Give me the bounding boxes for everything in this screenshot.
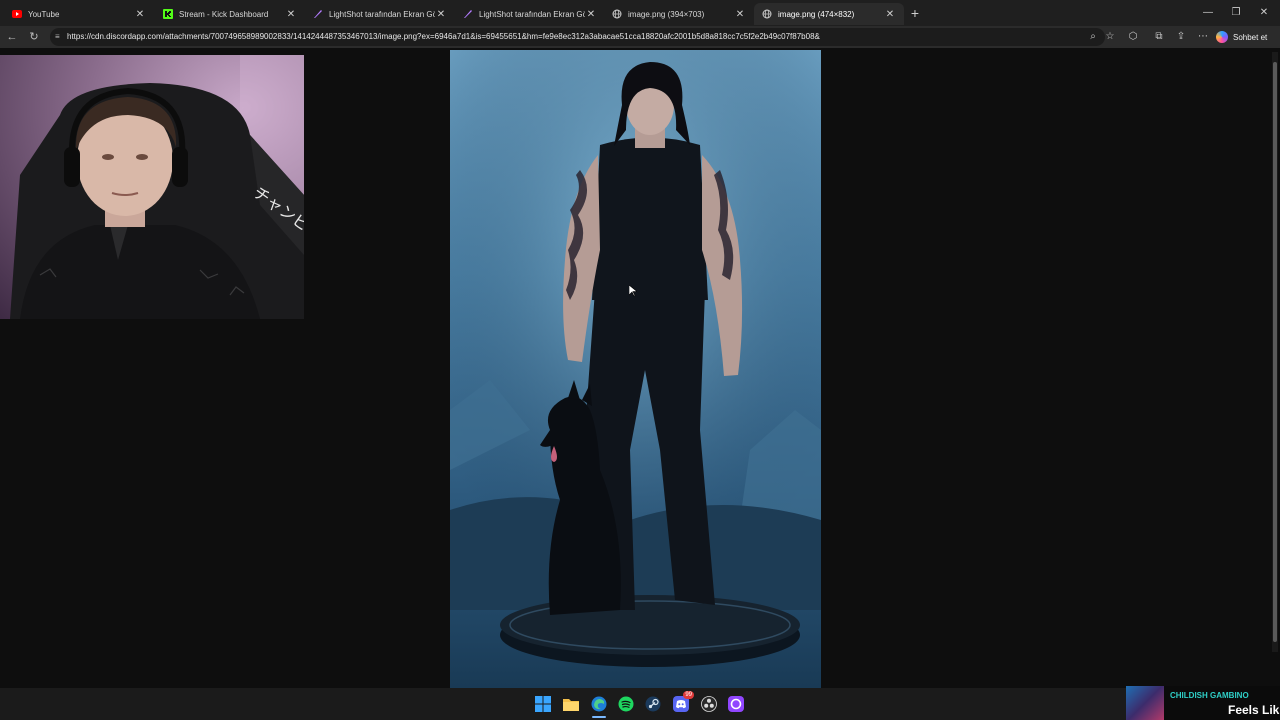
close-window-button[interactable]: ✕ — [1250, 4, 1278, 22]
spotify-icon[interactable] — [617, 695, 635, 713]
tab-title: YouTube — [28, 9, 60, 19]
scrollbar-thumb[interactable] — [1273, 62, 1277, 642]
lightshot-icon — [463, 9, 473, 19]
chat-label: Sohbet et — [1233, 32, 1268, 42]
zoom-icon[interactable]: ⌕ — [1085, 29, 1101, 45]
now-playing-artist: CHILDISH GAMBINO — [1170, 691, 1249, 700]
copilot-chat-button[interactable]: Sohbet et — [1216, 29, 1267, 45]
streamer-webcam-image: チャンピオン — [10, 55, 304, 319]
page-scrollbar[interactable] — [1272, 52, 1278, 652]
page-viewport: チャンピオン — [0, 48, 1280, 688]
favorite-star-icon[interactable]: ☆ — [1102, 29, 1118, 45]
tab-title: image.png (394×703) — [628, 9, 705, 19]
tab-close-icon[interactable]: ✕ — [134, 9, 146, 20]
share-icon[interactable]: ⇪ — [1173, 29, 1189, 45]
active-app-indicator — [592, 716, 606, 718]
youtube-icon — [12, 9, 22, 19]
tab-image-474[interactable]: image.png (474×832) ✕ — [754, 3, 904, 25]
tab-title: LightShot tarafından Ekran Görüntüsü — [329, 9, 435, 19]
browser-toolbar: ← ↻ ≡ https://cdn.discordapp.com/attachm… — [0, 26, 1280, 48]
refresh-icon[interactable]: ↻ — [26, 29, 42, 45]
back-arrow-icon[interactable]: ← — [4, 29, 20, 45]
tab-close-icon[interactable]: ✕ — [585, 9, 597, 20]
tab-close-icon[interactable]: ✕ — [435, 9, 447, 20]
windows-taskbar: 99 — [0, 688, 1280, 720]
tab-close-icon[interactable]: ✕ — [884, 9, 896, 20]
address-bar[interactable]: ≡ https://cdn.discordapp.com/attachments… — [50, 28, 1105, 46]
maximize-button[interactable]: ❐ — [1222, 4, 1250, 22]
tab-title: LightShot tarafından Ekran Görüntüsü — [479, 9, 585, 19]
tab-kick-dashboard[interactable]: Stream - Kick Dashboard ✕ — [155, 3, 305, 25]
extensions-icon[interactable]: ⬡ — [1125, 29, 1141, 45]
steam-icon[interactable] — [644, 695, 662, 713]
twitch-icon[interactable] — [727, 695, 745, 713]
displayed-image[interactable] — [450, 50, 821, 688]
tab-close-icon[interactable]: ✕ — [734, 9, 746, 20]
copilot-icon — [1216, 31, 1228, 43]
tab-close-icon[interactable]: ✕ — [285, 9, 297, 20]
now-playing-track: Feels Lik — [1228, 703, 1280, 717]
minimize-button[interactable]: — — [1194, 4, 1222, 22]
collections-icon[interactable]: ⧉ — [1151, 29, 1167, 45]
browser-tab-strip: YouTube ✕ Stream - Kick Dashboard ✕ Ligh… — [0, 0, 1280, 26]
tab-lightshot-2[interactable]: LightShot tarafından Ekran Görüntüsü ✕ — [455, 3, 605, 25]
file-explorer-icon[interactable] — [562, 695, 580, 713]
lightshot-icon — [313, 9, 323, 19]
tab-image-394[interactable]: image.png (394×703) ✕ — [604, 3, 754, 25]
tab-lightshot-1[interactable]: LightShot tarafından Ekran Görüntüsü ✕ — [305, 3, 455, 25]
tab-title: image.png (474×832) — [778, 9, 855, 19]
globe-icon — [612, 9, 622, 19]
now-playing-widget: CHILDISH GAMBINO Feels Lik — [1126, 686, 1280, 720]
character-render-image — [450, 50, 821, 688]
new-tab-button[interactable]: + — [906, 4, 924, 22]
tab-youtube[interactable]: YouTube ✕ — [4, 3, 154, 25]
album-art-image — [1126, 686, 1164, 720]
site-info-icon[interactable]: ≡ — [55, 28, 60, 46]
edge-icon[interactable] — [590, 695, 608, 713]
windows-start-icon[interactable] — [534, 695, 552, 713]
discord-icon[interactable]: 99 — [672, 691, 694, 713]
mouse-pointer-icon — [629, 285, 637, 297]
more-menu-icon[interactable]: ⋯ — [1195, 29, 1211, 45]
url-text: https://cdn.discordapp.com/attachments/7… — [67, 32, 820, 41]
kick-icon — [163, 9, 173, 19]
tab-title: Stream - Kick Dashboard — [179, 9, 269, 19]
globe-icon — [762, 9, 772, 19]
webcam-overlay: チャンピオン — [0, 55, 304, 319]
notification-badge: 99 — [683, 691, 694, 699]
obs-icon[interactable] — [700, 695, 718, 713]
